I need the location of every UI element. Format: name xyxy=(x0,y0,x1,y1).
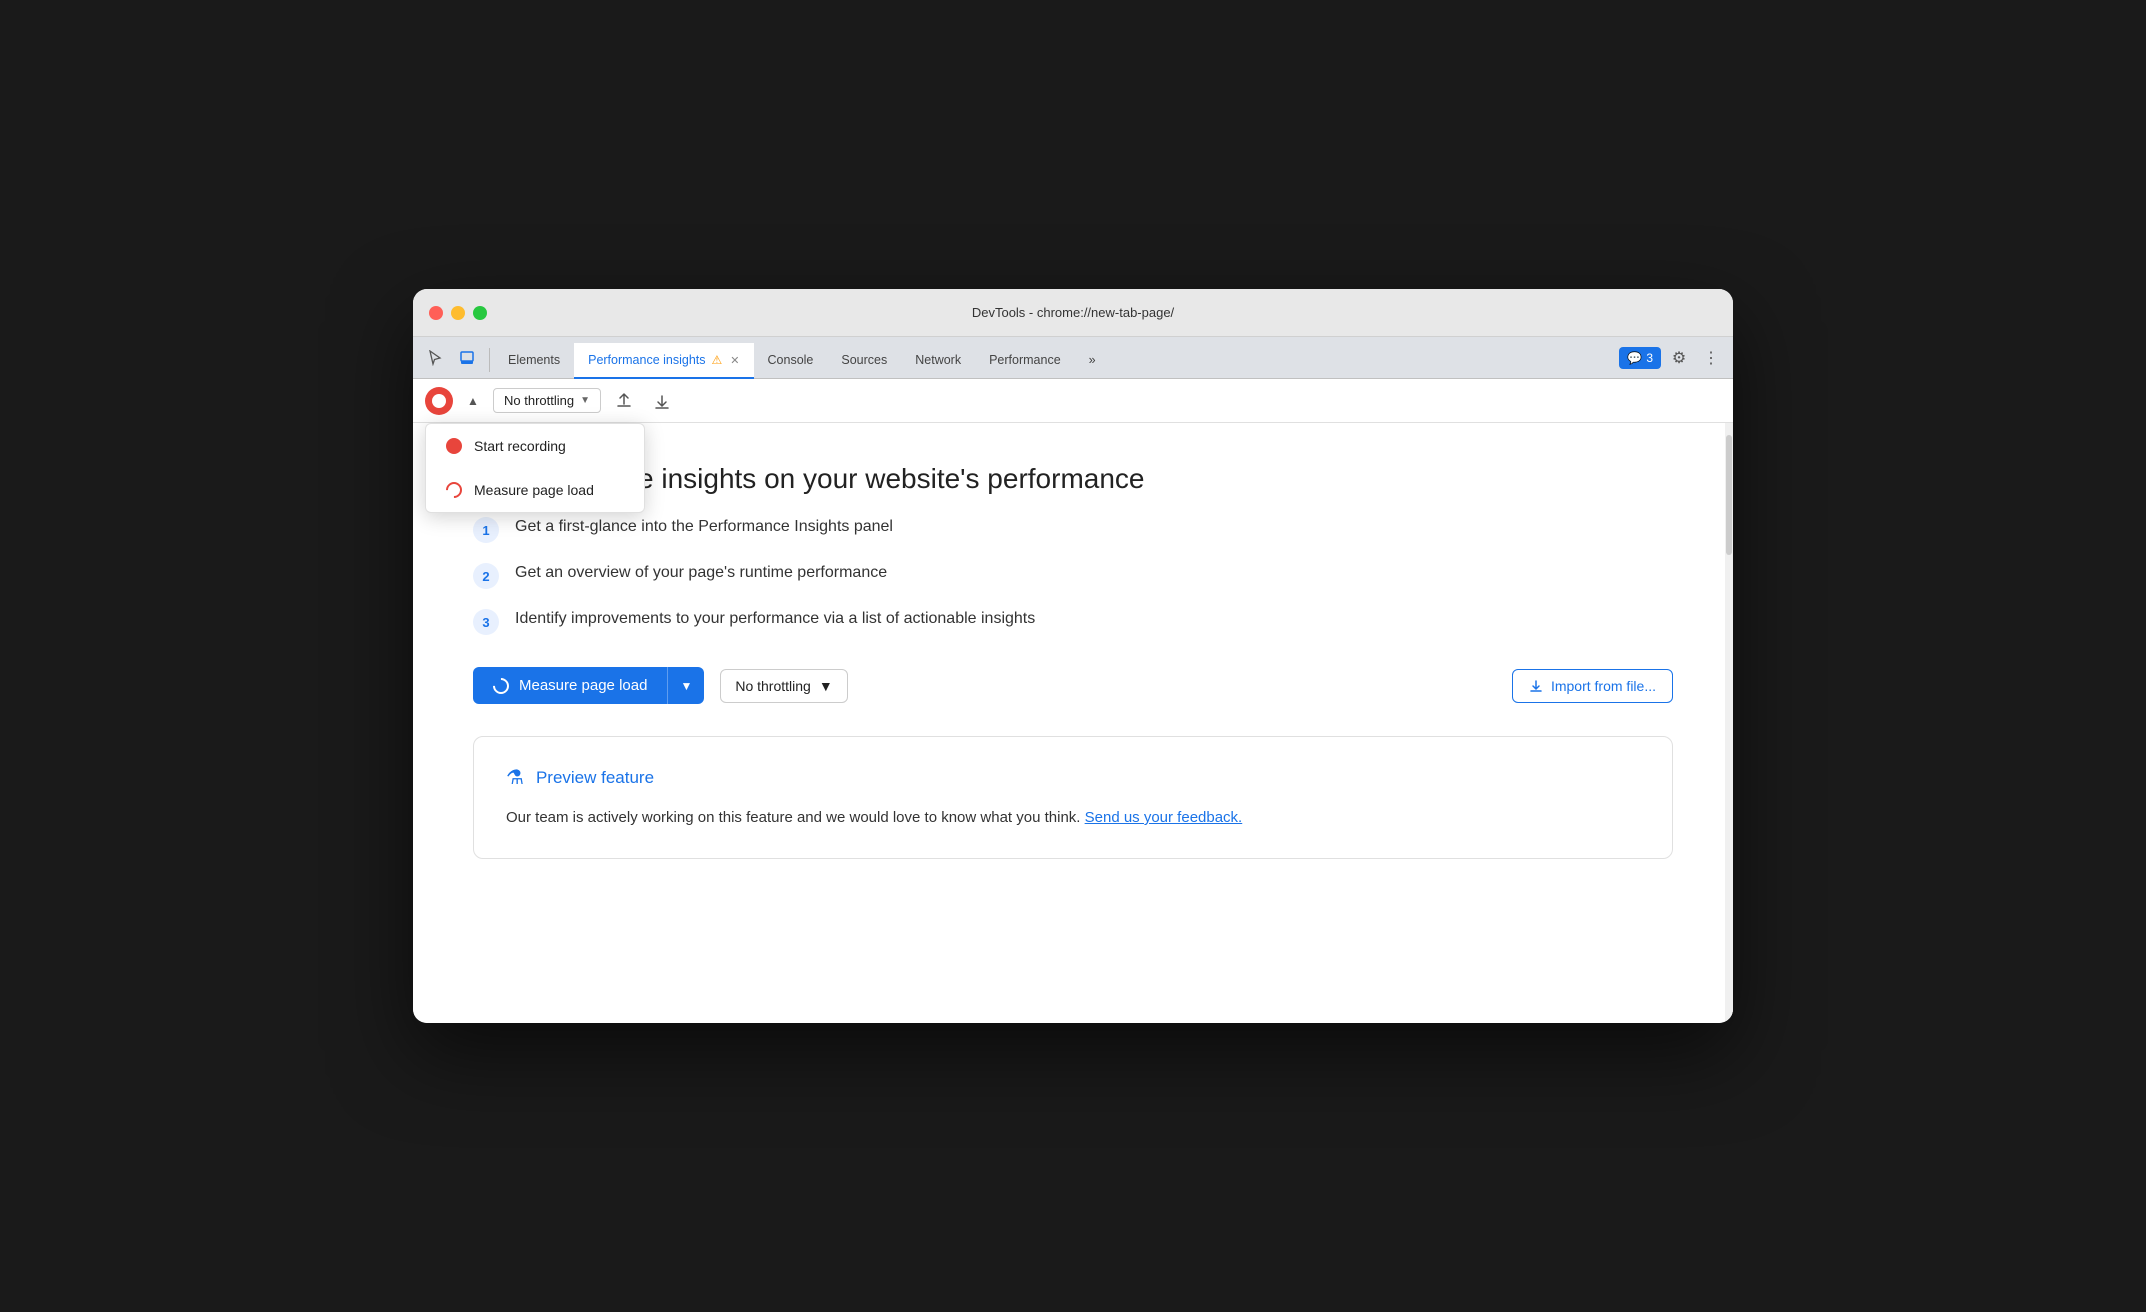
chat-icon: 💬 xyxy=(1627,351,1642,365)
more-options-button[interactable]: ⋮ xyxy=(1697,344,1725,372)
step-badge-3: 3 xyxy=(473,609,499,635)
window-controls xyxy=(429,306,487,320)
devtools-window: DevTools - chrome://new-tab-page/ Elemen… xyxy=(413,289,1733,1023)
import-from-file-button[interactable]: Import from file... xyxy=(1512,669,1673,703)
tab-separator xyxy=(489,348,490,372)
throttle-arrow-icon: ▼ xyxy=(580,395,590,406)
throttle-dropdown[interactable]: No throttling ▼ xyxy=(493,388,601,413)
devtools-icon-group xyxy=(421,344,481,378)
devtools-right-actions: 💬 3 ⚙ ⋮ xyxy=(1619,344,1725,378)
page-title: Get actionable iGet actionable insights … xyxy=(473,463,1673,495)
throttle-select-main[interactable]: No throttling ▼ xyxy=(720,669,847,703)
feedback-button[interactable]: 💬 3 xyxy=(1619,347,1661,369)
record-dot xyxy=(432,394,446,408)
recording-dropdown-menu: Start recording Measure page load xyxy=(425,423,645,513)
upload-icon xyxy=(615,392,633,410)
window-title: DevTools - chrome://new-tab-page/ xyxy=(972,305,1174,320)
tab-console[interactable]: Console xyxy=(754,343,828,379)
tab-performance-insights[interactable]: Performance insights ⚠ ✕ xyxy=(574,343,753,379)
inspect-icon xyxy=(459,350,475,366)
tab-sources[interactable]: Sources xyxy=(827,343,901,379)
devtools-tabs: Elements Performance insights ⚠ ✕ Consol… xyxy=(413,337,1733,379)
preview-feature-title: Preview feature xyxy=(536,768,654,788)
step-text-2: Get an overview of your page's runtime p… xyxy=(515,561,887,585)
action-button-row: Measure page load ▼ No throttling ▼ Impo… xyxy=(473,667,1673,704)
preview-feature-text: Our team is actively working on this fea… xyxy=(506,806,1640,830)
feedback-link[interactable]: Send us your feedback. xyxy=(1085,809,1243,826)
scrollbar[interactable] xyxy=(1725,423,1733,1023)
tab-elements[interactable]: Elements xyxy=(494,343,574,379)
inspect-icon-btn[interactable] xyxy=(453,344,481,372)
step-3: 3 Identify improvements to your performa… xyxy=(473,607,1673,635)
maximize-button[interactable] xyxy=(473,306,487,320)
tab-performance[interactable]: Performance xyxy=(975,343,1075,379)
preview-feature-header: ⚗ Preview feature xyxy=(506,765,1640,790)
measure-refresh-icon xyxy=(490,674,513,697)
record-button[interactable] xyxy=(425,387,453,415)
more-icon: ⋮ xyxy=(1703,348,1719,368)
preview-feature-box: ⚗ Preview feature Our team is actively w… xyxy=(473,736,1673,859)
throttle-main-arrow-icon: ▼ xyxy=(819,678,833,694)
measure-page-load-menu-item[interactable]: Measure page load xyxy=(426,468,644,512)
measure-page-load-button[interactable]: Measure page load xyxy=(473,667,667,704)
record-circle-icon xyxy=(446,438,462,454)
step-2: 2 Get an overview of your page's runtime… xyxy=(473,561,1673,589)
main-content: Get actionable iGet actionable insights … xyxy=(413,423,1733,1023)
import-icon xyxy=(1529,679,1543,693)
download-button[interactable] xyxy=(647,386,677,416)
cursor-icon xyxy=(427,350,443,366)
upload-button[interactable] xyxy=(609,386,639,416)
minimize-button[interactable] xyxy=(451,306,465,320)
title-bar: DevTools - chrome://new-tab-page/ xyxy=(413,289,1733,337)
measure-btn-group: Measure page load ▼ xyxy=(473,667,704,704)
refresh-circle-icon xyxy=(443,479,466,502)
measure-btn-dropdown[interactable]: ▼ xyxy=(667,667,704,704)
step-badge-1: 1 xyxy=(473,517,499,543)
tab-network[interactable]: Network xyxy=(901,343,975,379)
dropdown-arrow-button[interactable]: ▲ xyxy=(461,389,485,413)
scrollbar-thumb[interactable] xyxy=(1726,435,1732,555)
gear-icon: ⚙ xyxy=(1672,348,1686,368)
step-text-1: Get a first-glance into the Performance … xyxy=(515,515,893,539)
close-button[interactable] xyxy=(429,306,443,320)
cursor-icon-btn[interactable] xyxy=(421,344,449,372)
download-icon xyxy=(653,392,671,410)
settings-button[interactable]: ⚙ xyxy=(1665,344,1693,372)
performance-toolbar: ▲ No throttling ▼ Start recording xyxy=(413,379,1733,423)
flask-icon: ⚗ xyxy=(506,765,524,790)
tab-warning-icon: ⚠ xyxy=(712,353,723,367)
tab-close-icon[interactable]: ✕ xyxy=(730,354,739,367)
tab-more[interactable]: » xyxy=(1075,343,1110,379)
start-recording-menu-item[interactable]: Start recording xyxy=(426,424,644,468)
step-1: 1 Get a first-glance into the Performanc… xyxy=(473,515,1673,543)
step-badge-2: 2 xyxy=(473,563,499,589)
step-text-3: Identify improvements to your performanc… xyxy=(515,607,1035,631)
